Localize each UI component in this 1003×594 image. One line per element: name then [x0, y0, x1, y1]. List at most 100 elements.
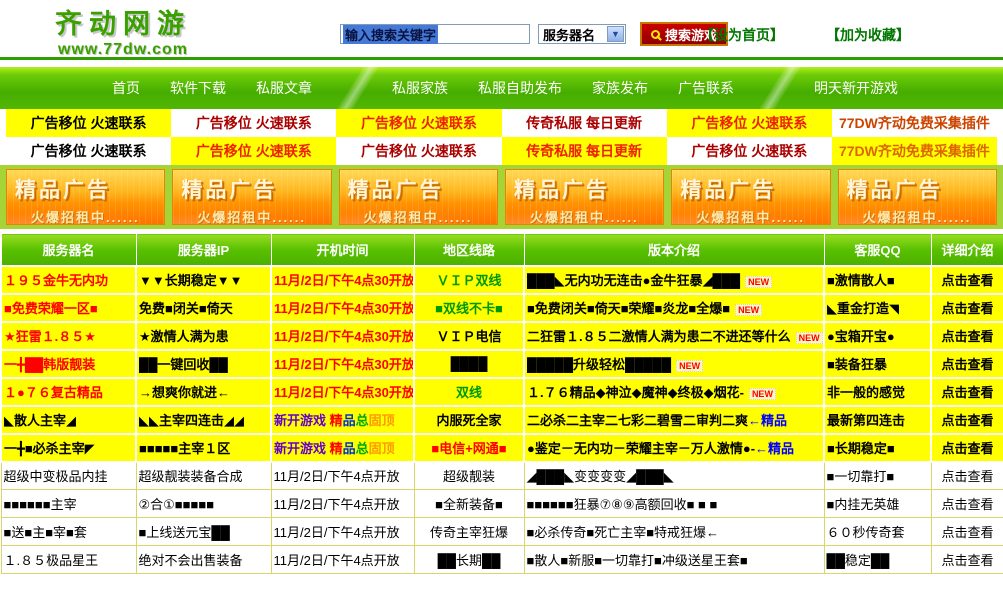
detail-link[interactable]: 点击查看 — [941, 357, 993, 372]
cell-text: ６０秒传奇套 — [827, 525, 905, 540]
cell-text: 11月/2日/下午4点30开放 — [274, 329, 414, 344]
table-row: １.８５极品星王绝对不会出售装备11月/2日/下午4点开放██长期██■散人■新… — [1, 546, 1003, 574]
promo-banner[interactable]: 精品广告火爆招租中...... — [505, 169, 664, 225]
cell-service-qq: ■装备狂暴 — [824, 350, 931, 378]
banner-subtitle: 火爆招租中...... — [696, 207, 829, 225]
nav-item-0[interactable]: 首页 — [112, 78, 140, 98]
cell-text: ●鉴定－无内功－荣耀主宰－万人激情●- — [527, 441, 755, 456]
ad-link[interactable]: 传奇私服 每日更新 — [502, 109, 667, 137]
search-category-select[interactable]: 服务器名 ▼ — [538, 24, 626, 44]
cell-text: ■一切靠打■ — [827, 469, 895, 484]
cell-detail[interactable]: 点击查看 — [931, 294, 1003, 322]
cell-detail[interactable]: 点击查看 — [931, 434, 1003, 462]
new-badge: NEW — [745, 276, 772, 288]
ad-link[interactable]: 广告移位 火速联系 — [336, 109, 501, 137]
cell-text: →想爽你就进← — [139, 385, 230, 400]
cell-version-intro: ■散人■新服■一切靠打■冲级送星王套■ — [524, 546, 824, 574]
cell-text: 11月/2日/下午4点开放 — [274, 497, 400, 512]
ad-link[interactable]: 广告移位 火速联系 — [336, 137, 501, 165]
cell-server-ip: 超级靓装装备合成 — [136, 462, 271, 490]
cell-version-intro: １.７６精品◆神泣◆魔神◆终极◆烟花-NEW — [524, 378, 824, 406]
server-table: 服务器名服务器IP开机时间地区线路版本介绍客服QQ详细介绍 １９５金牛无内功▼▼… — [0, 233, 1003, 574]
cell-detail[interactable]: 点击查看 — [931, 462, 1003, 490]
column-header-4: 版本介绍 — [524, 234, 824, 266]
ad-link[interactable]: 广告移位 火速联系 — [667, 137, 832, 165]
ad-link[interactable]: 广告移位 火速联系 — [6, 137, 171, 165]
cell-open-time: 11月/2日/下午4点开放 — [271, 462, 414, 490]
cell-detail[interactable]: 点击查看 — [931, 490, 1003, 518]
ad-link[interactable]: 广告移位 火速联系 — [171, 137, 336, 165]
cell-region-line: 内服死全家 — [414, 406, 524, 434]
cell-text: 免费■闭关■倚天 — [139, 301, 233, 316]
nav-item-7[interactable]: 明天新开游戏 — [814, 78, 898, 98]
add-favorite-link[interactable]: 【加为收藏】 — [826, 25, 910, 45]
cell-text: ②合①■■■■■ — [139, 497, 215, 512]
detail-link[interactable]: 点击查看 — [941, 469, 993, 484]
column-header-1: 服务器IP — [136, 234, 271, 266]
cell-text: ■电信+网通■ — [431, 441, 506, 456]
ad-link[interactable]: 传奇私服 每日更新 — [502, 137, 667, 165]
cell-open-time: 11月/2日/下午4点30开放 — [271, 378, 414, 406]
cell-detail[interactable]: 点击查看 — [931, 518, 1003, 546]
cell-detail[interactable]: 点击查看 — [931, 266, 1003, 294]
search-icon — [651, 30, 660, 39]
site-logo[interactable]: 齐动网游 www.77dw.com — [55, 2, 191, 59]
cell-server-ip: ②合①■■■■■ — [136, 490, 271, 518]
cell-detail[interactable]: 点击查看 — [931, 350, 1003, 378]
banner-subtitle: 火爆招租中...... — [364, 207, 497, 225]
cell-open-time: 11月/2日/下午4点开放 — [271, 546, 414, 574]
column-header-3: 地区线路 — [414, 234, 524, 266]
promo-banner[interactable]: 精品广告火爆招租中...... — [6, 169, 165, 225]
set-home-link[interactable]: 【设为首页】 — [700, 25, 784, 45]
cell-text: 非一般的感觉 — [827, 385, 905, 400]
cell-text: １●７６复古精品 — [4, 385, 103, 400]
cell-region-line: ＶＩＰ电信 — [414, 322, 524, 350]
cell-region-line: ■双线不卡■ — [414, 294, 524, 322]
ad-link[interactable]: 77DW齐动免费采集插件 — [832, 109, 997, 137]
banner-subtitle: 火爆招租中...... — [197, 207, 330, 225]
nav-item-2[interactable]: 私服文章 — [256, 78, 312, 98]
cell-detail[interactable]: 点击查看 — [931, 378, 1003, 406]
detail-link[interactable]: 点击查看 — [941, 329, 993, 344]
promo-banner[interactable]: 精品广告火爆招租中...... — [339, 169, 498, 225]
server-table-body: １９５金牛无内功▼▼长期稳定▼▼11月/2日/下午4点30开放ＶＩＰ双线███◣… — [1, 266, 1003, 574]
cell-text: ██稳定██ — [827, 553, 890, 568]
cell-detail[interactable]: 点击查看 — [931, 406, 1003, 434]
cell-open-time: 11月/2日/下午4点开放 — [271, 518, 414, 546]
new-badge: NEW — [796, 332, 823, 344]
ad-link[interactable]: 广告移位 火速联系 — [667, 109, 832, 137]
promo-banner[interactable]: 精品广告火爆招租中...... — [172, 169, 331, 225]
table-header-row: 服务器名服务器IP开机时间地区线路版本介绍客服QQ详细介绍 — [1, 234, 1003, 266]
ad-link[interactable]: 广告移位 火速联系 — [171, 109, 336, 137]
cell-open-time: 11月/2日/下午4点30开放 — [271, 322, 414, 350]
cell-service-qq: ■一切靠打■ — [824, 462, 931, 490]
banner-subtitle: 火爆招租中...... — [31, 207, 164, 225]
search-input[interactable]: 输入搜索关键字 — [340, 24, 530, 44]
cell-detail[interactable]: 点击查看 — [931, 322, 1003, 350]
banner-subtitle: 火爆招租中...... — [530, 207, 663, 225]
detail-link[interactable]: 点击查看 — [941, 553, 993, 568]
detail-link[interactable]: 点击查看 — [941, 273, 993, 288]
ad-link[interactable]: 广告移位 火速联系 — [6, 109, 171, 137]
detail-link[interactable]: 点击查看 — [941, 301, 993, 316]
cell-version-intro: ███◣无内功无连击●金牛狂暴◢███NEW — [524, 266, 824, 294]
detail-link[interactable]: 点击查看 — [941, 441, 993, 456]
detail-link[interactable]: 点击查看 — [941, 413, 993, 428]
nav-item-6[interactable]: 广告联系 — [678, 78, 734, 98]
ad-link[interactable]: 77DW齐动免费采集插件 — [832, 137, 997, 165]
nav-item-5[interactable]: 家族发布 — [592, 78, 648, 98]
cell-server-name: ■免费荣耀一区■ — [1, 294, 136, 322]
cell-server-ip: 绝对不会出售装备 — [136, 546, 271, 574]
detail-link[interactable]: 点击查看 — [941, 385, 993, 400]
detail-link[interactable]: 点击查看 — [941, 497, 993, 512]
nav-item-1[interactable]: 软件下载 — [170, 78, 226, 98]
promo-banner[interactable]: 精品广告火爆招租中...... — [838, 169, 997, 225]
cell-text: ◣重金打造◥ — [827, 301, 899, 316]
nav-item-3[interactable]: 私服家族 — [392, 78, 448, 98]
cell-detail[interactable]: 点击查看 — [931, 546, 1003, 574]
site-header: 齐动网游 www.77dw.com 输入搜索关键字 服务器名 ▼ 搜索游戏 【设… — [0, 0, 1003, 60]
detail-link[interactable]: 点击查看 — [941, 525, 993, 540]
cell-server-name: ■送■主■宰■套 — [1, 518, 136, 546]
nav-item-4[interactable]: 私服自助发布 — [478, 78, 562, 98]
promo-banner[interactable]: 精品广告火爆招租中...... — [671, 169, 830, 225]
